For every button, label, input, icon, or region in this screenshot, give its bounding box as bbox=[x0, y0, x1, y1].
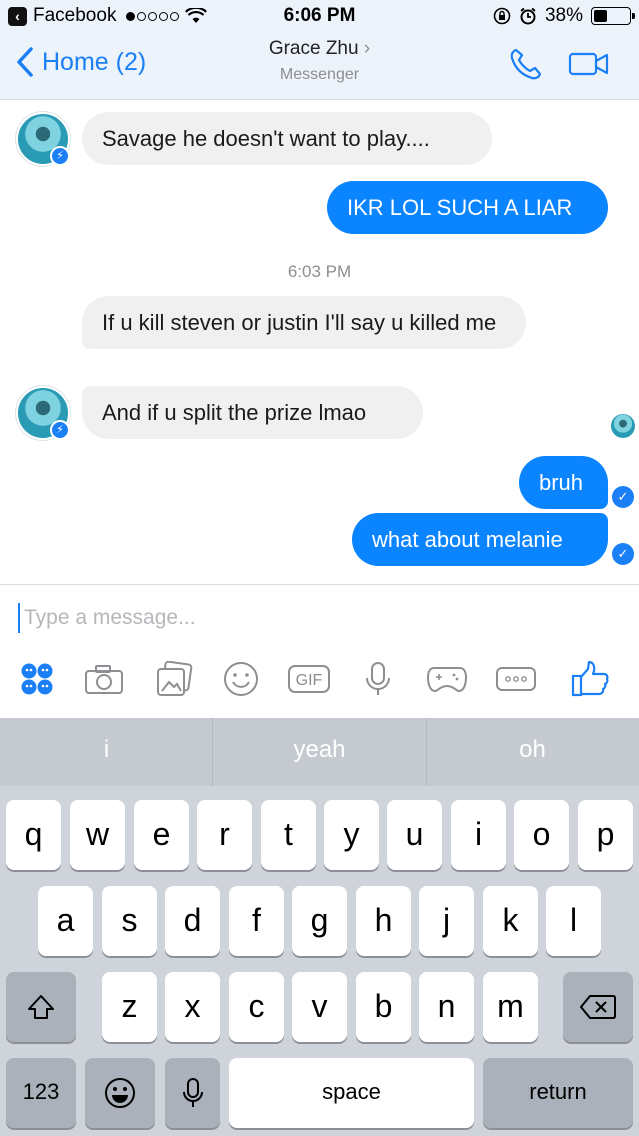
microphone-icon[interactable] bbox=[356, 657, 400, 701]
video-call-icon[interactable] bbox=[568, 50, 610, 78]
delivered-check-icon: ✓ bbox=[612, 543, 634, 565]
message-input[interactable]: Type a message... bbox=[18, 603, 196, 633]
suggestion-1[interactable]: i bbox=[0, 718, 213, 786]
key-g[interactable]: g bbox=[292, 886, 347, 956]
key-u[interactable]: u bbox=[387, 800, 442, 870]
rotation-lock-icon bbox=[493, 7, 511, 25]
key-n[interactable]: n bbox=[419, 972, 474, 1042]
key-e[interactable]: e bbox=[134, 800, 189, 870]
onscreen-keyboard: i yeah oh q w e r t y u i o p a s d f g … bbox=[0, 718, 639, 1136]
gif-label: GIF bbox=[296, 672, 323, 689]
key-z[interactable]: z bbox=[102, 972, 157, 1042]
contact-avatar[interactable]: ⚡ bbox=[16, 112, 70, 166]
key-t[interactable]: t bbox=[261, 800, 316, 870]
status-right: 38% bbox=[493, 5, 635, 27]
message-input-placeholder: Type a message... bbox=[24, 606, 196, 629]
key-v[interactable]: v bbox=[292, 972, 347, 1042]
key-c[interactable]: c bbox=[229, 972, 284, 1042]
key-i[interactable]: i bbox=[451, 800, 506, 870]
microphone-icon bbox=[182, 1078, 203, 1107]
suggestion-3[interactable]: oh bbox=[426, 718, 639, 786]
emoji-icon bbox=[105, 1078, 135, 1108]
suggestion-2[interactable]: yeah bbox=[213, 718, 426, 786]
key-d[interactable]: d bbox=[165, 886, 220, 956]
emoji-icon[interactable] bbox=[219, 657, 263, 701]
key-x[interactable]: x bbox=[165, 972, 220, 1042]
shift-key[interactable] bbox=[6, 972, 76, 1042]
space-key[interactable]: space bbox=[229, 1058, 474, 1128]
key-q[interactable]: q bbox=[6, 800, 61, 870]
message-timestamp: 6:03 PM bbox=[287, 262, 352, 281]
key-a[interactable]: a bbox=[38, 886, 93, 956]
key-r[interactable]: r bbox=[197, 800, 252, 870]
camera-icon[interactable] bbox=[82, 657, 126, 701]
status-bar: ‹ Facebook 6:06 PM 38% bbox=[0, 0, 639, 32]
message-bubble-outgoing[interactable]: bruh bbox=[519, 456, 608, 509]
message-bubble-incoming[interactable]: Savage he doesn't want to play.... bbox=[82, 112, 492, 165]
key-f[interactable]: f bbox=[229, 886, 284, 956]
key-w[interactable]: w bbox=[70, 800, 125, 870]
message-composer: Type a message... GIF bbox=[0, 584, 639, 718]
seen-by-avatar bbox=[611, 414, 635, 438]
contact-avatar[interactable]: ⚡ bbox=[16, 386, 70, 440]
photo-gallery-icon[interactable] bbox=[152, 657, 196, 701]
battery-percent: 38% bbox=[544, 5, 583, 26]
games-icon[interactable] bbox=[425, 657, 469, 701]
key-b[interactable]: b bbox=[356, 972, 411, 1042]
message-bubble-outgoing[interactable]: IKR LOL SUCH A LIAR bbox=[327, 181, 608, 234]
key-l[interactable]: l bbox=[546, 886, 601, 956]
message-thread[interactable]: ⚡ Savage he doesn't want to play.... IKR… bbox=[0, 100, 639, 584]
alarm-icon bbox=[520, 7, 536, 25]
backspace-icon bbox=[580, 995, 616, 1019]
like-icon[interactable] bbox=[568, 657, 612, 701]
composer-toolbar: GIF bbox=[0, 657, 639, 705]
key-s[interactable]: s bbox=[102, 886, 157, 956]
dictation-key[interactable] bbox=[165, 1058, 220, 1128]
delivered-check-icon: ✓ bbox=[612, 486, 634, 508]
predictive-bar: i yeah oh bbox=[0, 718, 639, 786]
more-icon[interactable] bbox=[494, 657, 538, 701]
key-j[interactable]: j bbox=[419, 886, 474, 956]
shift-icon bbox=[28, 995, 54, 1019]
key-p[interactable]: p bbox=[578, 800, 633, 870]
apps-icon[interactable] bbox=[15, 657, 59, 701]
message-bubble-incoming[interactable]: If u kill steven or justin I'll say u ki… bbox=[82, 296, 526, 349]
key-y[interactable]: y bbox=[324, 800, 379, 870]
key-o[interactable]: o bbox=[514, 800, 569, 870]
delete-key[interactable] bbox=[563, 972, 633, 1042]
key-h[interactable]: h bbox=[356, 886, 411, 956]
battery-icon bbox=[591, 7, 635, 25]
messenger-badge-icon: ⚡ bbox=[50, 146, 70, 166]
messenger-badge-icon: ⚡ bbox=[50, 420, 70, 440]
return-key[interactable]: return bbox=[483, 1058, 633, 1128]
contact-name: Grace Zhu bbox=[268, 38, 359, 59]
conversation-header: Home (2) Grace Zhu › Messenger bbox=[0, 32, 639, 100]
numbers-key[interactable]: 123 bbox=[6, 1058, 76, 1128]
text-caret bbox=[18, 603, 20, 633]
key-m[interactable]: m bbox=[483, 972, 538, 1042]
message-bubble-incoming[interactable]: And if u split the prize lmao bbox=[82, 386, 423, 439]
chevron-right-icon: › bbox=[363, 38, 371, 59]
key-k[interactable]: k bbox=[483, 886, 538, 956]
gif-icon[interactable]: GIF bbox=[287, 657, 331, 701]
emoji-keyboard-key[interactable] bbox=[85, 1058, 155, 1128]
phone-call-icon[interactable] bbox=[508, 46, 544, 82]
message-bubble-outgoing[interactable]: what about melanie bbox=[352, 513, 608, 566]
